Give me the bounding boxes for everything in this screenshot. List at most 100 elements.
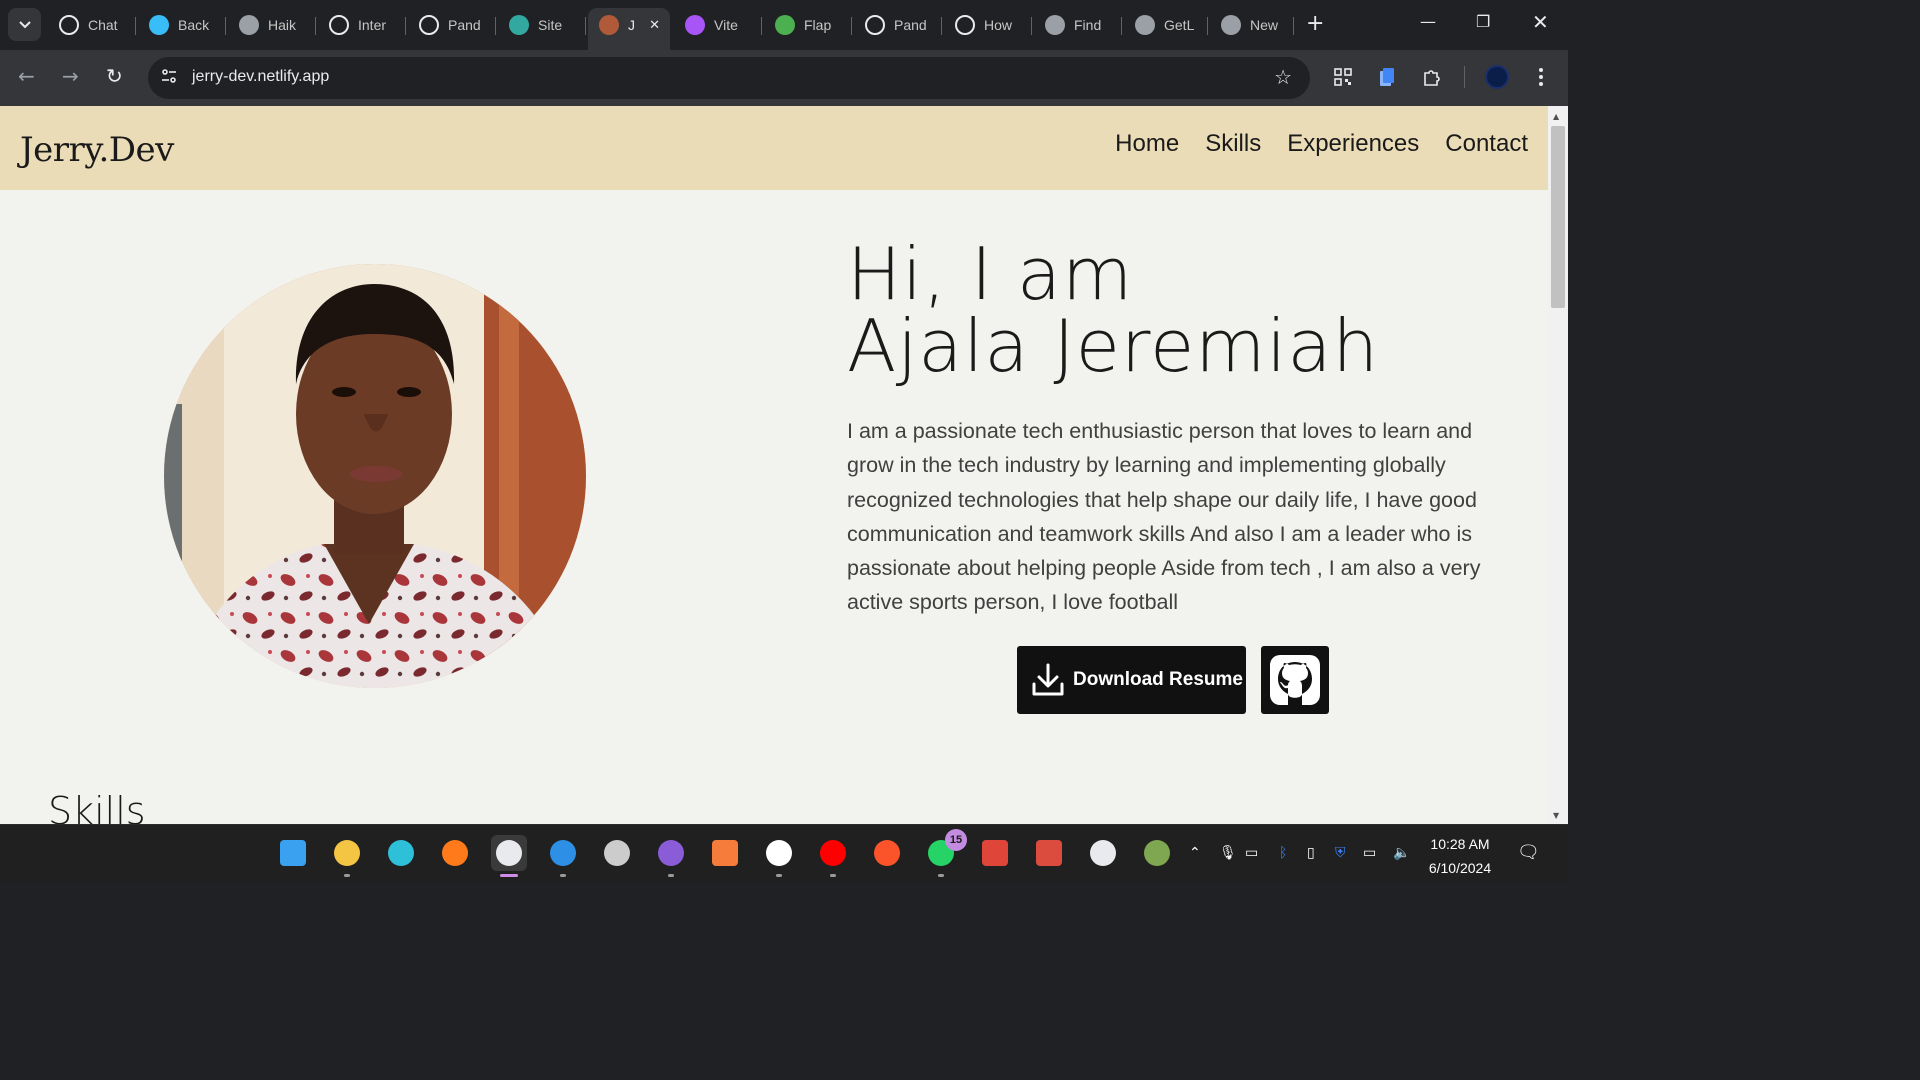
tab-title: Pand: [448, 17, 481, 33]
close-window-button[interactable]: ✕: [1532, 10, 1549, 34]
browser-tab[interactable]: New: [1210, 8, 1294, 42]
browser-tab[interactable]: Site: [498, 8, 586, 42]
tab-separator: [495, 17, 496, 35]
volume-icon[interactable]: 🔈: [1393, 845, 1410, 861]
microphone-icon[interactable]: 🎙: [1219, 845, 1237, 861]
browser-toolbar: ← → ↻ jerry-dev.netlify.app ☆: [0, 50, 1568, 106]
taskbar-app-glyph: [1036, 840, 1062, 866]
github-icon[interactable]: [761, 835, 797, 877]
extensions-puzzle-icon[interactable]: [1420, 66, 1442, 88]
profile-avatar[interactable]: [1485, 65, 1509, 89]
usb-device-icon[interactable]: ▯: [1307, 845, 1315, 861]
tab-title: Haik: [268, 17, 297, 33]
file-explorer-icon[interactable]: [329, 835, 365, 877]
site-logo[interactable]: Jerry.Dev: [20, 130, 174, 170]
browser-tab[interactable]: J ✕: [588, 8, 670, 50]
tab-title: Flap: [804, 17, 832, 33]
notifications-icon[interactable]: 🗨: [1517, 842, 1540, 863]
taskbar-app-glyph: [280, 840, 306, 866]
medium-icon: [955, 15, 975, 35]
browser-tab[interactable]: Pand: [408, 8, 496, 42]
chrome-icon: [1221, 15, 1241, 35]
running-indicator: [938, 874, 944, 877]
security-shield-icon[interactable]: ⛨: [1335, 845, 1346, 861]
running-indicator: [830, 874, 836, 877]
terminal-icon[interactable]: [599, 835, 635, 871]
tab-title: Vite: [714, 17, 738, 33]
whatsapp-icon[interactable]: 15: [923, 829, 967, 877]
nav-link-skills[interactable]: Skills: [1205, 130, 1261, 158]
minimize-button[interactable]: —: [1420, 12, 1436, 31]
download-resume-label: Download Resume: [1073, 669, 1243, 690]
hero-greeting: Hi, I am: [847, 232, 1134, 316]
page-scrollbar[interactable]: ▲ ▼: [1548, 106, 1568, 824]
chrome-icon[interactable]: [491, 835, 527, 877]
browser-tab[interactable]: Inter: [318, 8, 406, 42]
hero-bio: I am a passionate tech enthusiastic pers…: [847, 419, 1481, 615]
extension-docs-icon[interactable]: [1376, 66, 1398, 88]
back-button[interactable]: ←: [18, 64, 35, 88]
browser-tab[interactable]: How: [944, 8, 1032, 42]
game-icon: [775, 15, 795, 35]
address-bar[interactable]: jerry-dev.netlify.app ☆: [148, 57, 1310, 99]
brave-icon[interactable]: [869, 835, 905, 871]
reload-button[interactable]: ↻: [106, 64, 123, 88]
browser-tab[interactable]: Vite: [674, 8, 762, 42]
display-icon[interactable]: ▭: [1245, 845, 1258, 861]
github-link-button[interactable]: [1261, 646, 1329, 714]
stack-icon[interactable]: [977, 835, 1013, 871]
tab-title: How: [984, 17, 1013, 33]
youtube-icon[interactable]: [815, 835, 851, 877]
browser-tab[interactable]: Chat: [48, 8, 136, 42]
chess-icon[interactable]: [1139, 835, 1175, 871]
start-icon[interactable]: [275, 835, 311, 871]
tab-separator: [585, 17, 586, 35]
browser-tab[interactable]: Find: [1034, 8, 1122, 42]
tab-separator: [851, 17, 852, 35]
tab-search-button[interactable]: [8, 8, 41, 41]
notification-badge: 15: [945, 829, 967, 851]
tab-separator: [761, 17, 762, 35]
xampp-icon[interactable]: [707, 835, 743, 871]
close-tab-icon[interactable]: ✕: [649, 17, 660, 33]
browser-tab[interactable]: Pand: [854, 8, 942, 42]
vscode-icon[interactable]: [545, 835, 581, 877]
download-resume-button[interactable]: Download Resume: [1017, 646, 1246, 714]
battery-icon[interactable]: ▭: [1363, 845, 1376, 861]
chrome-menu-icon[interactable]: [1530, 66, 1552, 88]
browser-tab[interactable]: Flap: [764, 8, 852, 42]
tab-separator: [405, 17, 406, 35]
restore-button[interactable]: ❐: [1476, 12, 1490, 31]
bookmark-star-icon[interactable]: ☆: [1274, 65, 1292, 89]
bluetooth-icon[interactable]: ᛒ: [1279, 845, 1287, 861]
scroll-down-arrow-icon[interactable]: ▼: [1553, 811, 1559, 820]
site-info-icon[interactable]: [160, 67, 180, 87]
firefox-icon[interactable]: [437, 835, 473, 871]
browser-tab[interactable]: Haik: [228, 8, 316, 42]
tab-title: Site: [538, 17, 563, 33]
qr-code-icon[interactable]: [1332, 66, 1354, 88]
nav-link-contact[interactable]: Contact: [1445, 130, 1528, 158]
show-hidden-icons-chevron-icon[interactable]: ⌃: [1189, 845, 1201, 861]
edge-icon[interactable]: [383, 835, 419, 871]
medium-icon: [329, 15, 349, 35]
tab-separator: [941, 17, 942, 35]
chrome-icon[interactable]: [1085, 835, 1121, 871]
new-tab-button[interactable]: +: [1306, 13, 1324, 35]
browser-tab[interactable]: Back: [138, 8, 226, 42]
scroll-up-arrow-icon[interactable]: ▲: [1553, 112, 1559, 121]
tab-title: Find: [1074, 17, 1102, 33]
url-text[interactable]: jerry-dev.netlify.app: [192, 68, 329, 86]
nav-link-experiences[interactable]: Experiences: [1287, 130, 1419, 158]
system-clock[interactable]: 10:28 AM 6/10/2024: [1420, 832, 1500, 880]
nav-link-home[interactable]: Home: [1115, 130, 1179, 158]
todo-icon[interactable]: [1031, 835, 1067, 871]
panda-icon: [865, 15, 885, 35]
browser-tab[interactable]: GetL: [1124, 8, 1208, 42]
tab-separator: [225, 17, 226, 35]
scroll-thumb[interactable]: [1551, 126, 1565, 308]
tab-title: GetL: [1164, 17, 1195, 33]
github-desktop-icon[interactable]: [653, 835, 689, 877]
forward-button[interactable]: →: [62, 64, 79, 88]
taskbar-app-glyph: [712, 840, 738, 866]
